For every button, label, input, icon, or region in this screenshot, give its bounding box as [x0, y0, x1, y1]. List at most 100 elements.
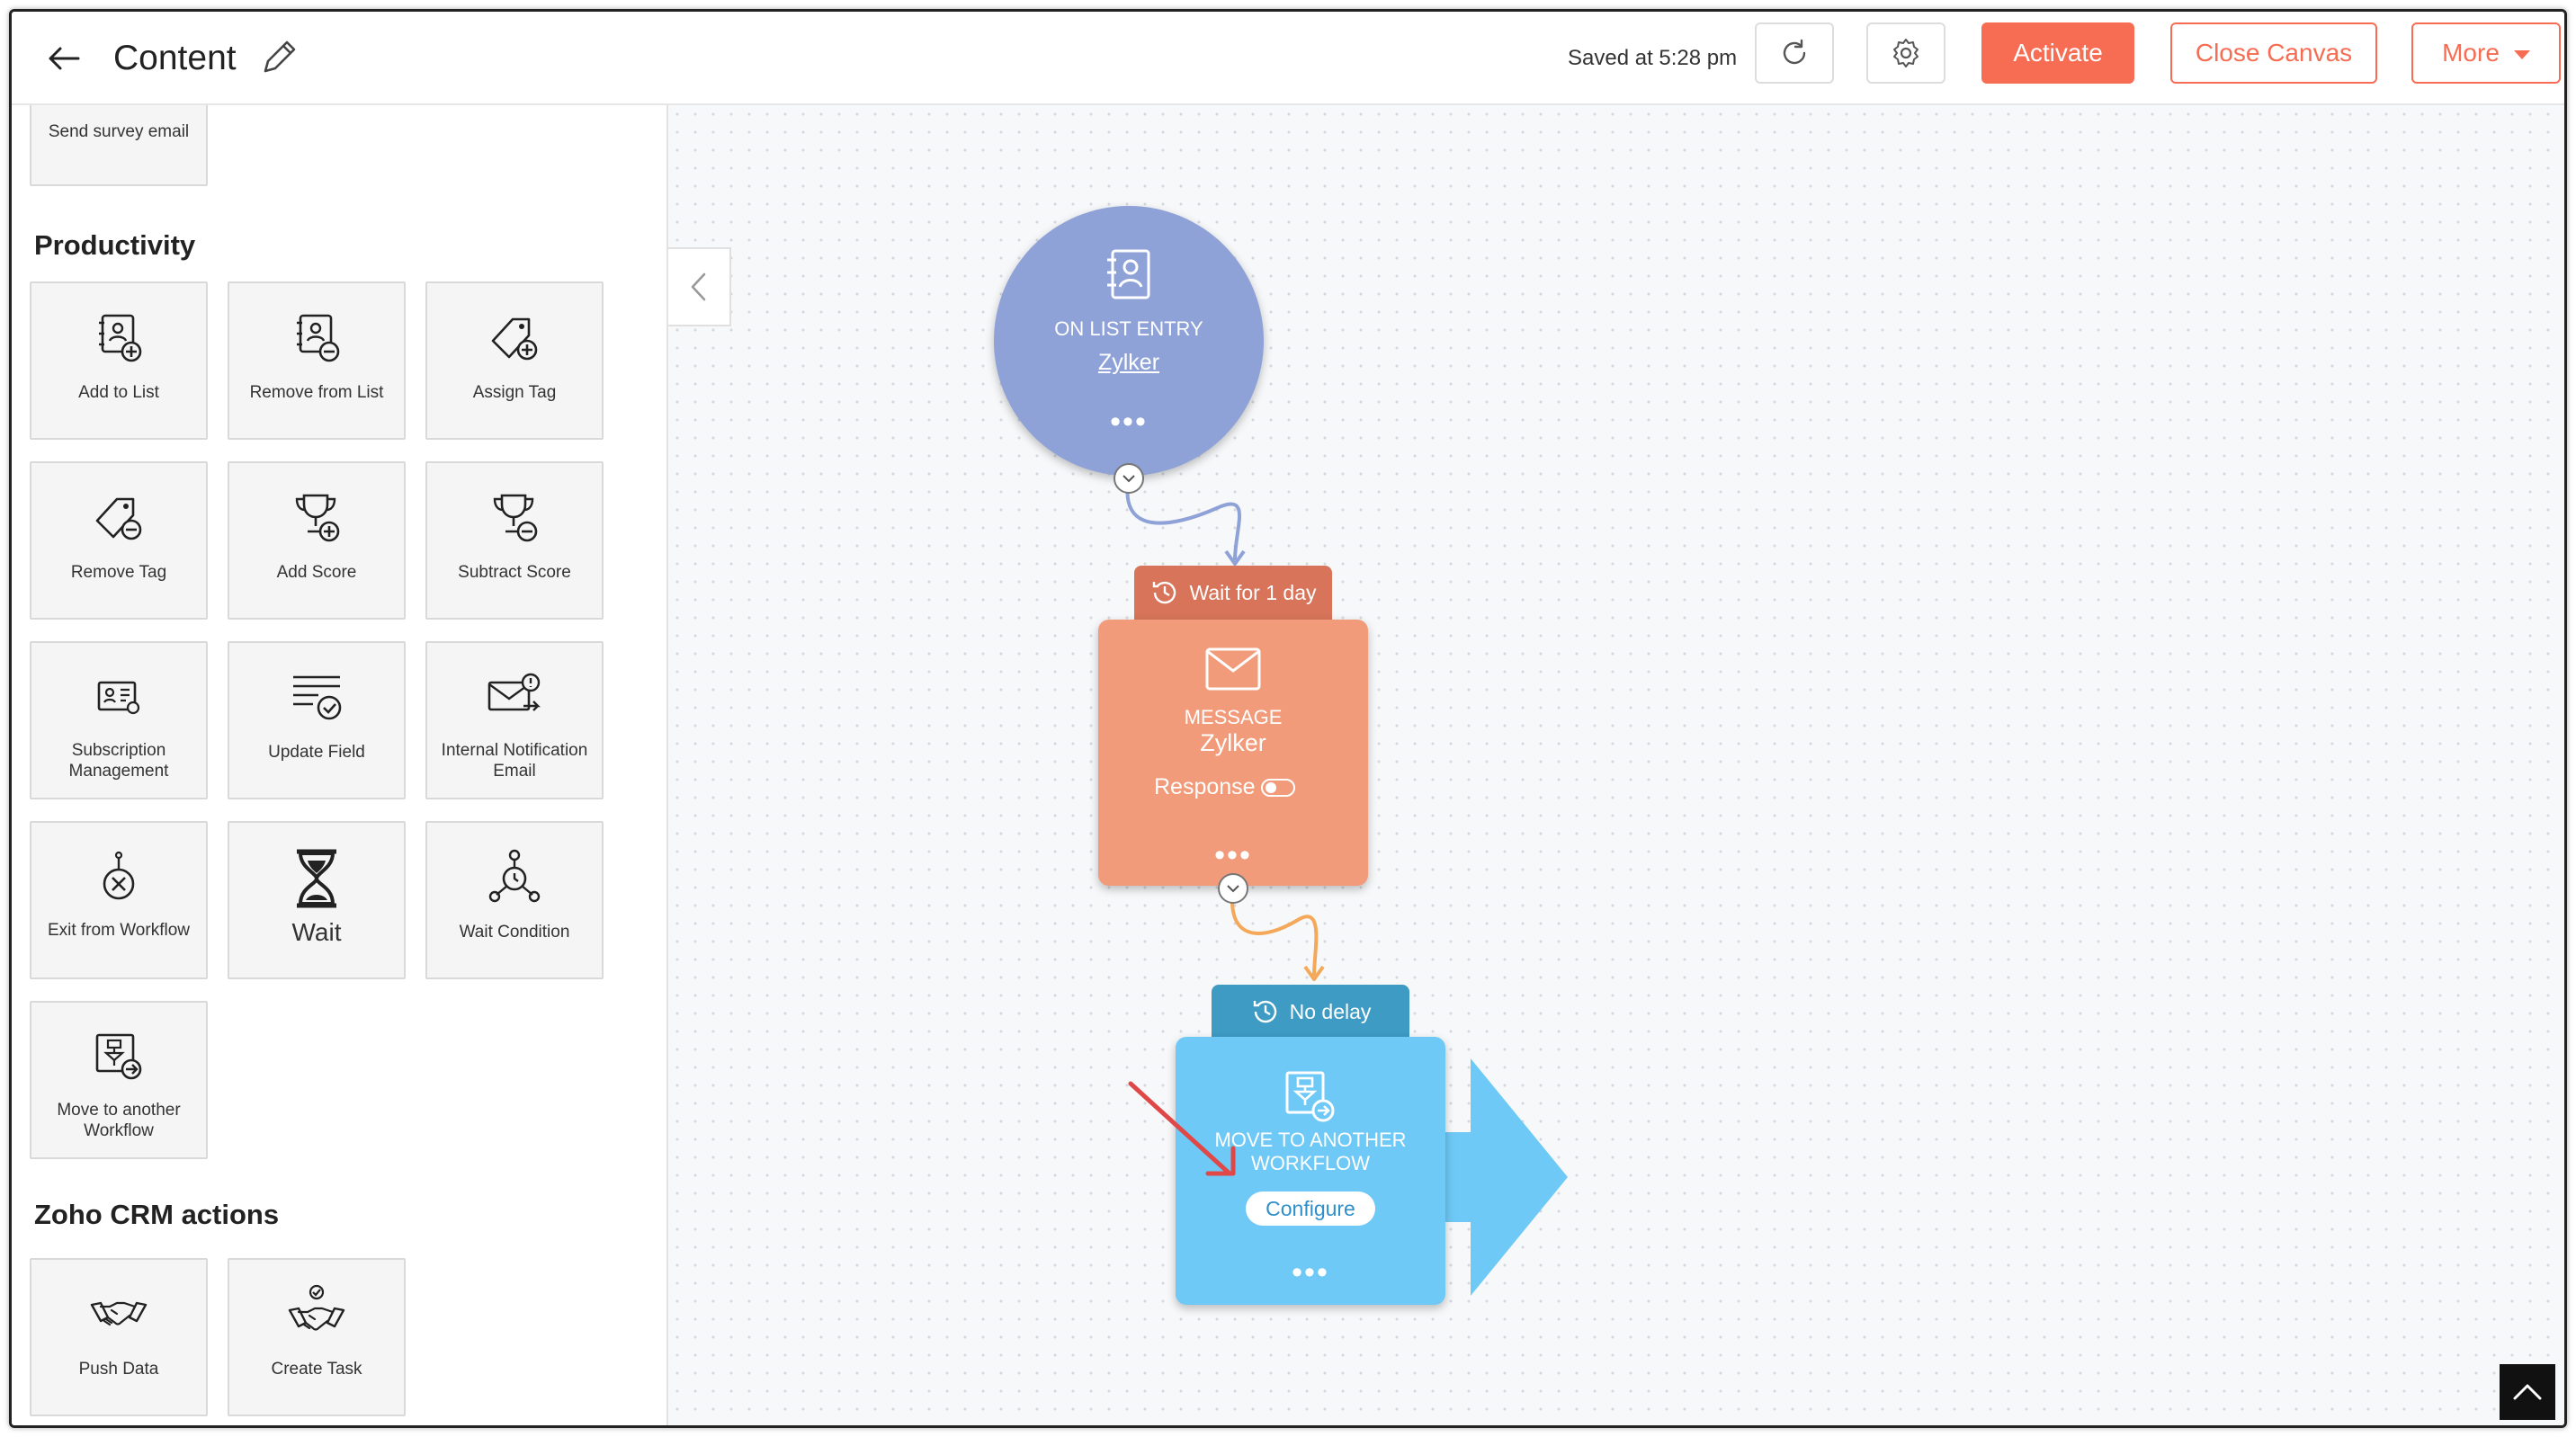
move-more-icon[interactable]: ••• [1176, 1257, 1445, 1288]
action-assign-tag[interactable]: Assign Tag [425, 281, 604, 440]
connectors [1125, 477, 1568, 1296]
action-send-survey-email[interactable]: Send survey email [30, 105, 208, 186]
no-delay-tag[interactable]: No delay [1212, 985, 1409, 1039]
section-title-productivity: Productivity [34, 229, 196, 261]
action-label: Update Field [268, 743, 365, 762]
gear-icon [1893, 39, 1919, 67]
refresh-button[interactable] [1755, 22, 1834, 84]
page-title: Content [113, 39, 237, 77]
collapse-panel-button[interactable] [668, 247, 731, 326]
action-label: Add to List [78, 383, 159, 402]
action-update-field[interactable]: Update Field [228, 641, 406, 799]
action-label: Assign Tag [472, 383, 557, 402]
response-toggle[interactable] [1260, 778, 1295, 797]
action-label: Subtract Score [458, 563, 571, 582]
more-dropdown[interactable]: More [2411, 22, 2561, 84]
action-create-task[interactable]: Create Task [228, 1258, 406, 1416]
exit-workflow-icon [103, 851, 135, 900]
entry-type: ON LIST ENTRY [1054, 317, 1203, 340]
move-workflow-icon [95, 1033, 142, 1080]
chevron-left-icon [691, 272, 706, 301]
entry-node[interactable]: ON LIST ENTRY Zylker ••• [994, 206, 1264, 476]
action-label: Push Data [78, 1360, 159, 1379]
arrow-left-icon [49, 47, 80, 70]
workflow-canvas[interactable]: ON LIST ENTRY Zylker ••• Wait for 1 day … [668, 105, 2564, 1425]
response-label: Response [1154, 774, 1256, 799]
actions-panel: Send survey email Productivity Add to Li… [12, 105, 668, 1425]
wait-delay-tag[interactable]: Wait for 1 day [1134, 566, 1332, 620]
message-node[interactable]: MESSAGE Zylker Response ••• [1098, 620, 1368, 886]
action-label: Remove from List [249, 383, 384, 402]
update-field-icon [293, 675, 342, 720]
action-remove-from-list[interactable]: Remove from List [228, 281, 406, 440]
action-label: Wait [291, 918, 342, 946]
top-bar: Content Saved at 5:28 pm Activate Close … [12, 12, 2564, 105]
chevron-down-icon [1227, 885, 1239, 893]
action-subtract-score[interactable]: Subtract Score [425, 461, 604, 620]
move-workflow-icon [1285, 1071, 1335, 1122]
annotation-arrow-icon [1128, 1081, 1236, 1176]
clock-icon [1253, 1000, 1276, 1023]
action-label: Subscription Management [68, 741, 169, 781]
action-wait-condition[interactable]: Wait Condition [425, 821, 604, 979]
entry-more-icon[interactable]: ••• [994, 406, 1264, 437]
more-label: More [2442, 39, 2500, 67]
settings-button[interactable] [1866, 22, 1945, 84]
action-label: Wait Condition [459, 923, 570, 942]
no-delay-label: No delay [1289, 999, 1372, 1023]
assign-tag-icon [491, 317, 538, 361]
action-label: Exit from Workflow [47, 921, 190, 940]
activate-button[interactable]: Activate [1981, 22, 2134, 84]
wait-tag-label: Wait for 1 day [1189, 580, 1317, 604]
caret-down-icon [2513, 50, 2530, 59]
scroll-to-top-button[interactable] [2500, 1364, 2555, 1420]
action-remove-tag[interactable]: Remove Tag [30, 461, 208, 620]
action-label: Create Task [271, 1360, 362, 1379]
action-label: Internal Notification Email [441, 741, 588, 781]
chevron-down-icon [1123, 475, 1135, 483]
wait-condition-icon [488, 849, 541, 903]
remove-from-list-icon [297, 314, 340, 362]
action-move-to-another-workflow[interactable]: Move to another Workflow [30, 1001, 208, 1159]
back-button[interactable] [39, 33, 89, 84]
subscription-management-icon [97, 681, 140, 715]
action-push-data[interactable]: Push Data [30, 1258, 208, 1416]
add-score-icon [295, 494, 340, 542]
entry-list-link[interactable]: Zylker [994, 350, 1264, 376]
message-expand-button[interactable] [1218, 873, 1248, 904]
pencil-icon [264, 40, 296, 73]
chevron-up-icon [2513, 1384, 2542, 1400]
clock-icon [1153, 581, 1176, 604]
internal-notification-email-icon [487, 673, 541, 711]
handshake-check-icon [288, 1284, 345, 1331]
action-label: Send survey email [48, 122, 190, 141]
subtract-score-icon [493, 494, 538, 542]
app-window: Content Saved at 5:28 pm Activate Close … [9, 9, 2567, 1428]
edit-title-button[interactable] [256, 35, 301, 80]
close-canvas-button[interactable]: Close Canvas [2170, 22, 2377, 84]
configure-button[interactable]: Configure [1246, 1192, 1375, 1226]
envelope-icon [1205, 647, 1261, 691]
action-label: Add Score [276, 563, 357, 582]
message-type: MESSAGE [1184, 706, 1283, 728]
message-name: Zylker [1200, 729, 1266, 756]
remove-tag-icon [95, 497, 142, 540]
add-to-list-icon [99, 314, 142, 362]
handshake-icon [90, 1301, 148, 1326]
saved-status: Saved at 5:28 pm [1568, 46, 1738, 70]
refresh-icon [1783, 39, 1806, 65]
action-label: Move to another Workflow [57, 1101, 181, 1140]
action-subscription-management[interactable]: Subscription Management [30, 641, 208, 799]
response-toggle-row: Response [1154, 774, 1295, 800]
action-add-score[interactable]: Add Score [228, 461, 406, 620]
hourglass-icon [297, 849, 336, 908]
action-add-to-list[interactable]: Add to List [30, 281, 208, 440]
action-internal-notification-email[interactable]: Internal Notification Email [425, 641, 604, 799]
message-more-icon[interactable]: ••• [1098, 840, 1368, 870]
contact-list-icon [1107, 249, 1150, 299]
action-exit-from-workflow[interactable]: Exit from Workflow [30, 821, 208, 979]
action-wait[interactable]: Wait [228, 821, 406, 979]
entry-expand-button[interactable] [1114, 463, 1144, 494]
action-label: Remove Tag [70, 563, 167, 582]
section-title-zoho-crm: Zoho CRM actions [34, 1199, 280, 1230]
